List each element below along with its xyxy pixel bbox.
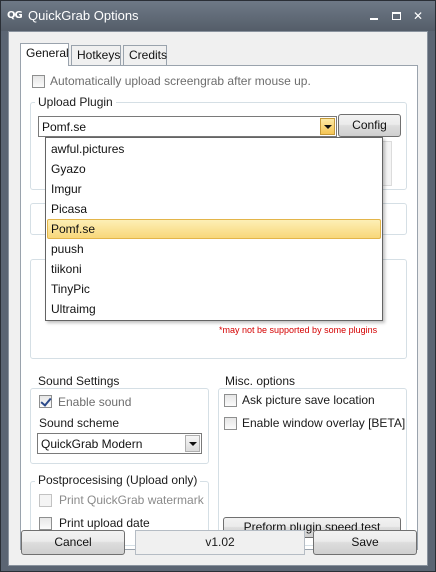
close-icon: ✕ — [412, 9, 424, 23]
title-bar[interactable]: QG QuickGrab Options ✕ — [1, 1, 435, 31]
sound-scheme-label: Sound scheme — [39, 416, 120, 430]
save-button[interactable]: Save — [313, 530, 417, 555]
enable-sound-label: Enable sound — [58, 395, 132, 409]
ask-save-location-checkbox[interactable] — [224, 394, 237, 407]
dropdown-option[interactable]: Picasa — [47, 199, 381, 219]
tab-general-label: General — [26, 46, 69, 60]
plugin-support-note: *may not be supported by some plugins — [219, 325, 378, 335]
postprocessing-title: Postprocesising (Upload only) — [35, 473, 201, 487]
sound-scheme-select[interactable]: QuickGrab Modern — [37, 433, 202, 454]
tab-credits-label: Credits — [129, 48, 168, 62]
minimize-button[interactable] — [364, 8, 384, 24]
dropdown-option[interactable]: Imgur — [47, 179, 381, 199]
dropdown-option[interactable]: tiikoni — [47, 259, 381, 279]
upload-plugin-select[interactable]: Pomf.se — [38, 116, 337, 137]
auto-upload-label: Automatically upload screengrab after mo… — [50, 74, 311, 88]
auto-upload-checkbox[interactable] — [32, 75, 45, 88]
dropdown-option[interactable]: Pomf.se — [47, 219, 381, 239]
config-button[interactable]: Config — [338, 114, 401, 137]
sound-settings-title: Sound Settings — [35, 374, 123, 388]
upload-date-checkbox[interactable] — [39, 517, 52, 530]
dropdown-option[interactable]: awful.pictures — [47, 139, 381, 159]
dropdown-option[interactable]: Gyazo — [47, 159, 381, 179]
dropdown-option[interactable]: TinyPic — [47, 279, 381, 299]
close-button[interactable]: ✕ — [408, 8, 428, 24]
window-title: QuickGrab Options — [28, 8, 139, 23]
watermark-label: Print QuickGrab watermark — [59, 493, 204, 507]
version-label: v1.02 — [135, 530, 305, 555]
tab-credits[interactable]: Credits — [123, 45, 167, 65]
tab-hotkeys-label: Hotkeys — [77, 48, 121, 62]
enable-sound-checkbox[interactable] — [39, 395, 52, 408]
tab-hotkeys[interactable]: Hotkeys — [71, 45, 121, 65]
maximize-button[interactable] — [386, 8, 406, 24]
watermark-checkbox[interactable] — [39, 494, 52, 507]
misc-options-title: Misc. options — [222, 374, 299, 388]
window-overlay-checkbox[interactable] — [224, 417, 237, 430]
client-area: General Hotkeys Credits Automatically up… — [8, 31, 428, 566]
dropdown-option[interactable]: puush — [47, 239, 381, 259]
window-overlay-label: Enable window overlay [BETA] — [242, 416, 406, 430]
minimize-icon — [370, 18, 378, 20]
app-logo-icon: QG — [7, 10, 23, 21]
sound-scheme-value: QuickGrab Modern — [41, 437, 143, 451]
upload-plugin-title: Upload Plugin — [35, 95, 116, 109]
upload-plugin-dropdown-list[interactable]: awful.pictures Gyazo Imgur Picasa Pomf.se puu… — [45, 137, 383, 321]
tab-general[interactable]: General — [20, 43, 69, 66]
maximize-icon — [391, 12, 401, 20]
chevron-down-icon[interactable] — [185, 435, 200, 452]
dropdown-option[interactable]: Ultraimg — [47, 299, 381, 319]
chevron-down-icon[interactable] — [320, 118, 335, 135]
options-window: QG QuickGrab Options ✕ General Hotkeys C… — [0, 0, 436, 572]
cancel-button[interactable]: Cancel — [21, 530, 125, 555]
upload-date-label: Print upload date — [59, 516, 150, 530]
upload-plugin-value: Pomf.se — [42, 120, 87, 134]
ask-save-location-label: Ask picture save location — [242, 393, 375, 407]
